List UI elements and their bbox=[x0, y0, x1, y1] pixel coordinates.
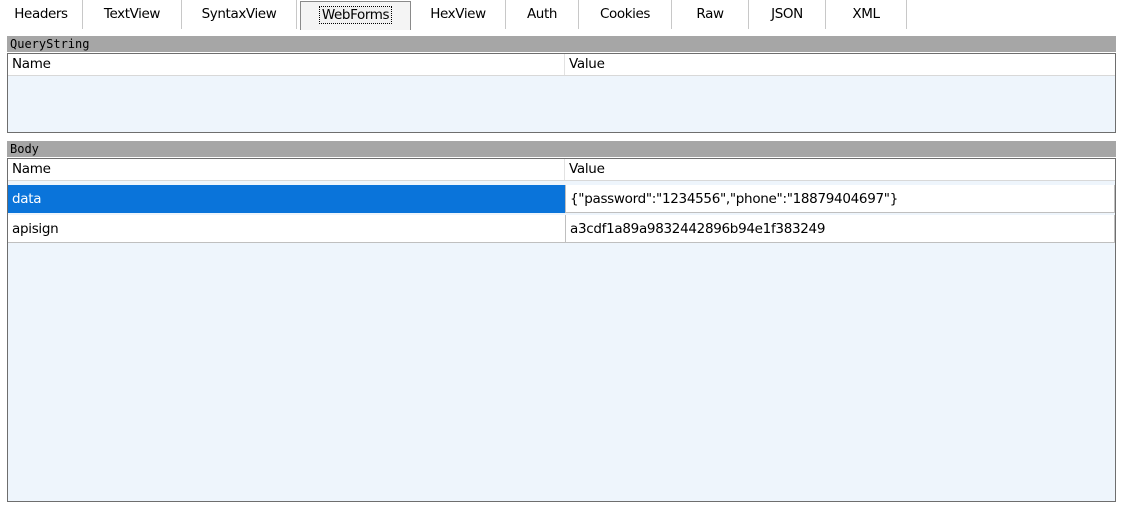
row-value-cell[interactable]: a3cdf1a89a9832442896b94e1f383249 bbox=[565, 215, 1115, 243]
tab-headers[interactable]: Headers bbox=[0, 0, 83, 29]
tab-label: SyntaxView bbox=[201, 6, 277, 22]
querystring-list[interactable]: Name Value bbox=[7, 53, 1116, 133]
tab-cookies[interactable]: Cookies bbox=[579, 0, 672, 29]
table-row[interactable]: apisign a3cdf1a89a9832442896b94e1f383249 bbox=[8, 215, 1115, 244]
table-row[interactable]: data {"password":"1234556","phone":"1887… bbox=[8, 185, 1115, 214]
tab-label: TextView bbox=[103, 6, 161, 22]
tab-webforms[interactable]: WebForms bbox=[300, 1, 411, 30]
tab-label: XML bbox=[852, 6, 880, 22]
tab-label: Headers bbox=[14, 6, 68, 22]
row-value-cell[interactable]: {"password":"1234556","phone":"188794046… bbox=[565, 185, 1115, 213]
row-name-cell[interactable]: apisign bbox=[8, 215, 565, 243]
column-header-value[interactable]: Value bbox=[565, 159, 1115, 180]
querystring-list-header: Name Value bbox=[8, 54, 1115, 76]
tab-label: JSON bbox=[771, 6, 803, 22]
tab-syntaxview[interactable]: SyntaxView bbox=[182, 0, 297, 29]
column-header-name[interactable]: Name bbox=[8, 159, 565, 180]
tab-hexview[interactable]: HexView bbox=[411, 0, 506, 29]
tab-label: Raw bbox=[696, 6, 724, 22]
tab-raw[interactable]: Raw bbox=[672, 0, 749, 29]
tab-label: Auth bbox=[526, 6, 558, 22]
column-header-value[interactable]: Value bbox=[565, 54, 1115, 75]
tab-auth[interactable]: Auth bbox=[506, 0, 579, 29]
tab-label: WebForms bbox=[318, 6, 393, 24]
body-list-header: Name Value bbox=[8, 159, 1115, 181]
inspector-tab-strip: Headers TextView SyntaxView WebForms Hex… bbox=[0, 0, 1122, 31]
body-section-title: Body bbox=[7, 141, 1116, 157]
tab-label: Cookies bbox=[599, 6, 651, 22]
querystring-section-title: QueryString bbox=[7, 36, 1116, 52]
row-name-cell[interactable]: data bbox=[8, 185, 565, 213]
column-header-name[interactable]: Name bbox=[8, 54, 565, 75]
tab-label: HexView bbox=[430, 6, 486, 22]
tab-json[interactable]: JSON bbox=[749, 0, 826, 29]
tab-textview[interactable]: TextView bbox=[83, 0, 182, 29]
body-list[interactable]: Name Value data {"password":"1234556","p… bbox=[7, 158, 1116, 502]
tab-xml[interactable]: XML bbox=[826, 0, 907, 29]
